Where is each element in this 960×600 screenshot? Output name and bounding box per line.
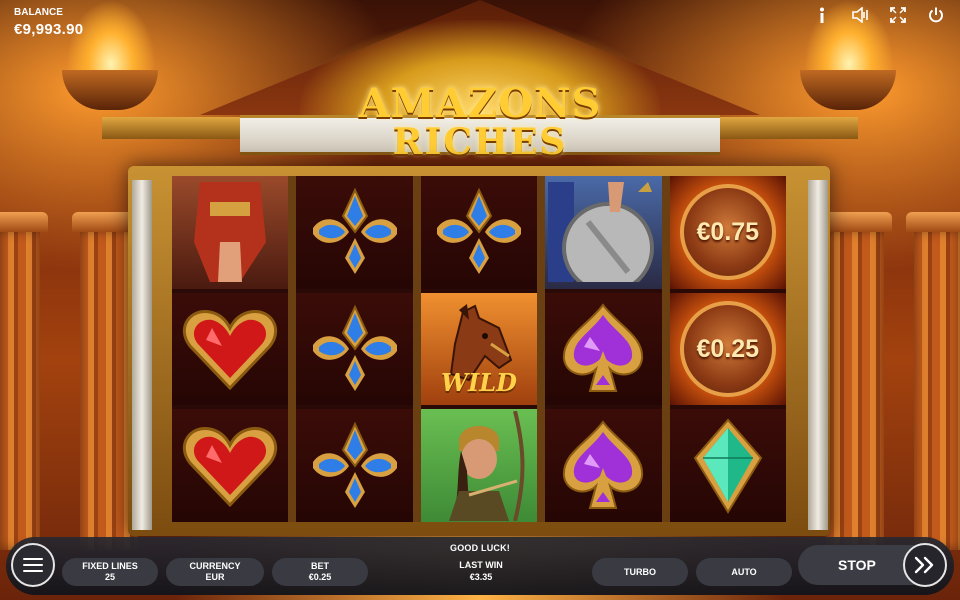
far-left-column (0, 212, 48, 550)
spin-button[interactable] (903, 543, 947, 587)
blue-fleur-icon (312, 304, 397, 391)
blue-fleur-icon (312, 187, 397, 275)
coin-value: €0.25 (679, 301, 776, 397)
red-heart-icon (183, 426, 278, 507)
green-crystal-icon (693, 418, 763, 514)
wild-label: WILD (441, 368, 517, 398)
left-marble-pillar (132, 180, 152, 530)
purple-spade-icon (563, 303, 644, 392)
reel-1 (172, 176, 289, 523)
hamburger-icon (23, 558, 43, 560)
logo-line-2: RICHES (392, 121, 568, 163)
turbo-button[interactable]: TURBO (592, 558, 688, 586)
balance-label: BALANCE (14, 7, 63, 18)
hamburger-icon-line (23, 564, 43, 566)
info-icon[interactable] (810, 4, 834, 26)
reel-3: WILD (420, 176, 538, 523)
reel-grid: WILD €0.75 €0.25 (172, 176, 786, 523)
currency-label: CURRENCY (189, 561, 241, 571)
symbol-amazon-warrior-partial (172, 176, 289, 289)
currency-selector[interactable]: CURRENCY EUR (166, 558, 264, 586)
symbol-horse-wild: WILD (420, 292, 538, 406)
blue-fleur-icon (312, 421, 397, 508)
bet-label: BET (311, 561, 329, 571)
logo-line-1: AMAZONS (358, 80, 602, 127)
amazon-archer-icon (448, 410, 525, 521)
fullscreen-icon[interactable] (886, 4, 910, 26)
last-win-value: €3.35 (469, 572, 493, 582)
blue-fleur-icon (436, 187, 521, 275)
coin-value: €0.75 (679, 184, 776, 281)
fixed-lines-pill: FIXED LINES 25 (62, 558, 158, 586)
last-win-label: LAST WIN (459, 560, 503, 570)
symbol-blue-fleur (420, 176, 538, 289)
reel-5: €0.75 €0.25 (669, 176, 786, 523)
symbol-purple-spade (545, 409, 662, 523)
game-logo: AMAZONS RICHES (340, 80, 620, 163)
menu-button[interactable] (11, 543, 55, 587)
power-icon[interactable] (924, 4, 948, 26)
symbol-shield-warrior (545, 176, 662, 289)
right-marble-pillar (808, 180, 828, 530)
stop-label: STOP (838, 557, 876, 573)
reel-4 (545, 176, 662, 523)
symbol-amazon-archer (420, 409, 538, 523)
symbol-blue-fleur (296, 292, 413, 406)
hamburger-icon-line (23, 570, 43, 572)
right-column (818, 212, 892, 550)
purple-spade-icon (563, 420, 644, 509)
fixed-lines-value: 25 (104, 572, 115, 582)
balance-value: €9,993.90 (14, 21, 84, 38)
auto-button[interactable]: AUTO (696, 558, 792, 586)
last-win-display: LAST WIN €3.35 (436, 559, 526, 583)
red-heart-icon (183, 310, 278, 391)
bet-value: €0.25 (308, 572, 332, 582)
turbo-label: TURBO (624, 566, 656, 577)
sound-icon[interactable] (848, 4, 872, 26)
far-right-column (906, 212, 960, 550)
currency-value: EUR (205, 572, 225, 582)
symbol-blue-fleur (296, 176, 413, 289)
symbol-coin: €0.75 (669, 176, 786, 289)
fixed-lines-label: FIXED LINES (82, 561, 138, 571)
reel-2 (296, 176, 413, 523)
symbol-red-heart (172, 292, 289, 406)
top-toolbar (810, 4, 948, 26)
left-torch-flame (66, 0, 156, 80)
symbol-blue-fleur (296, 409, 413, 523)
symbol-purple-spade (545, 292, 662, 406)
auto-label: AUTO (731, 566, 757, 577)
symbol-red-heart (172, 409, 289, 523)
double-chevron-right-icon (914, 556, 934, 574)
bet-selector[interactable]: BET €0.25 (272, 558, 368, 586)
symbol-green-crystal (669, 409, 786, 523)
symbol-coin: €0.25 (669, 292, 786, 406)
shield-icon (548, 182, 655, 283)
